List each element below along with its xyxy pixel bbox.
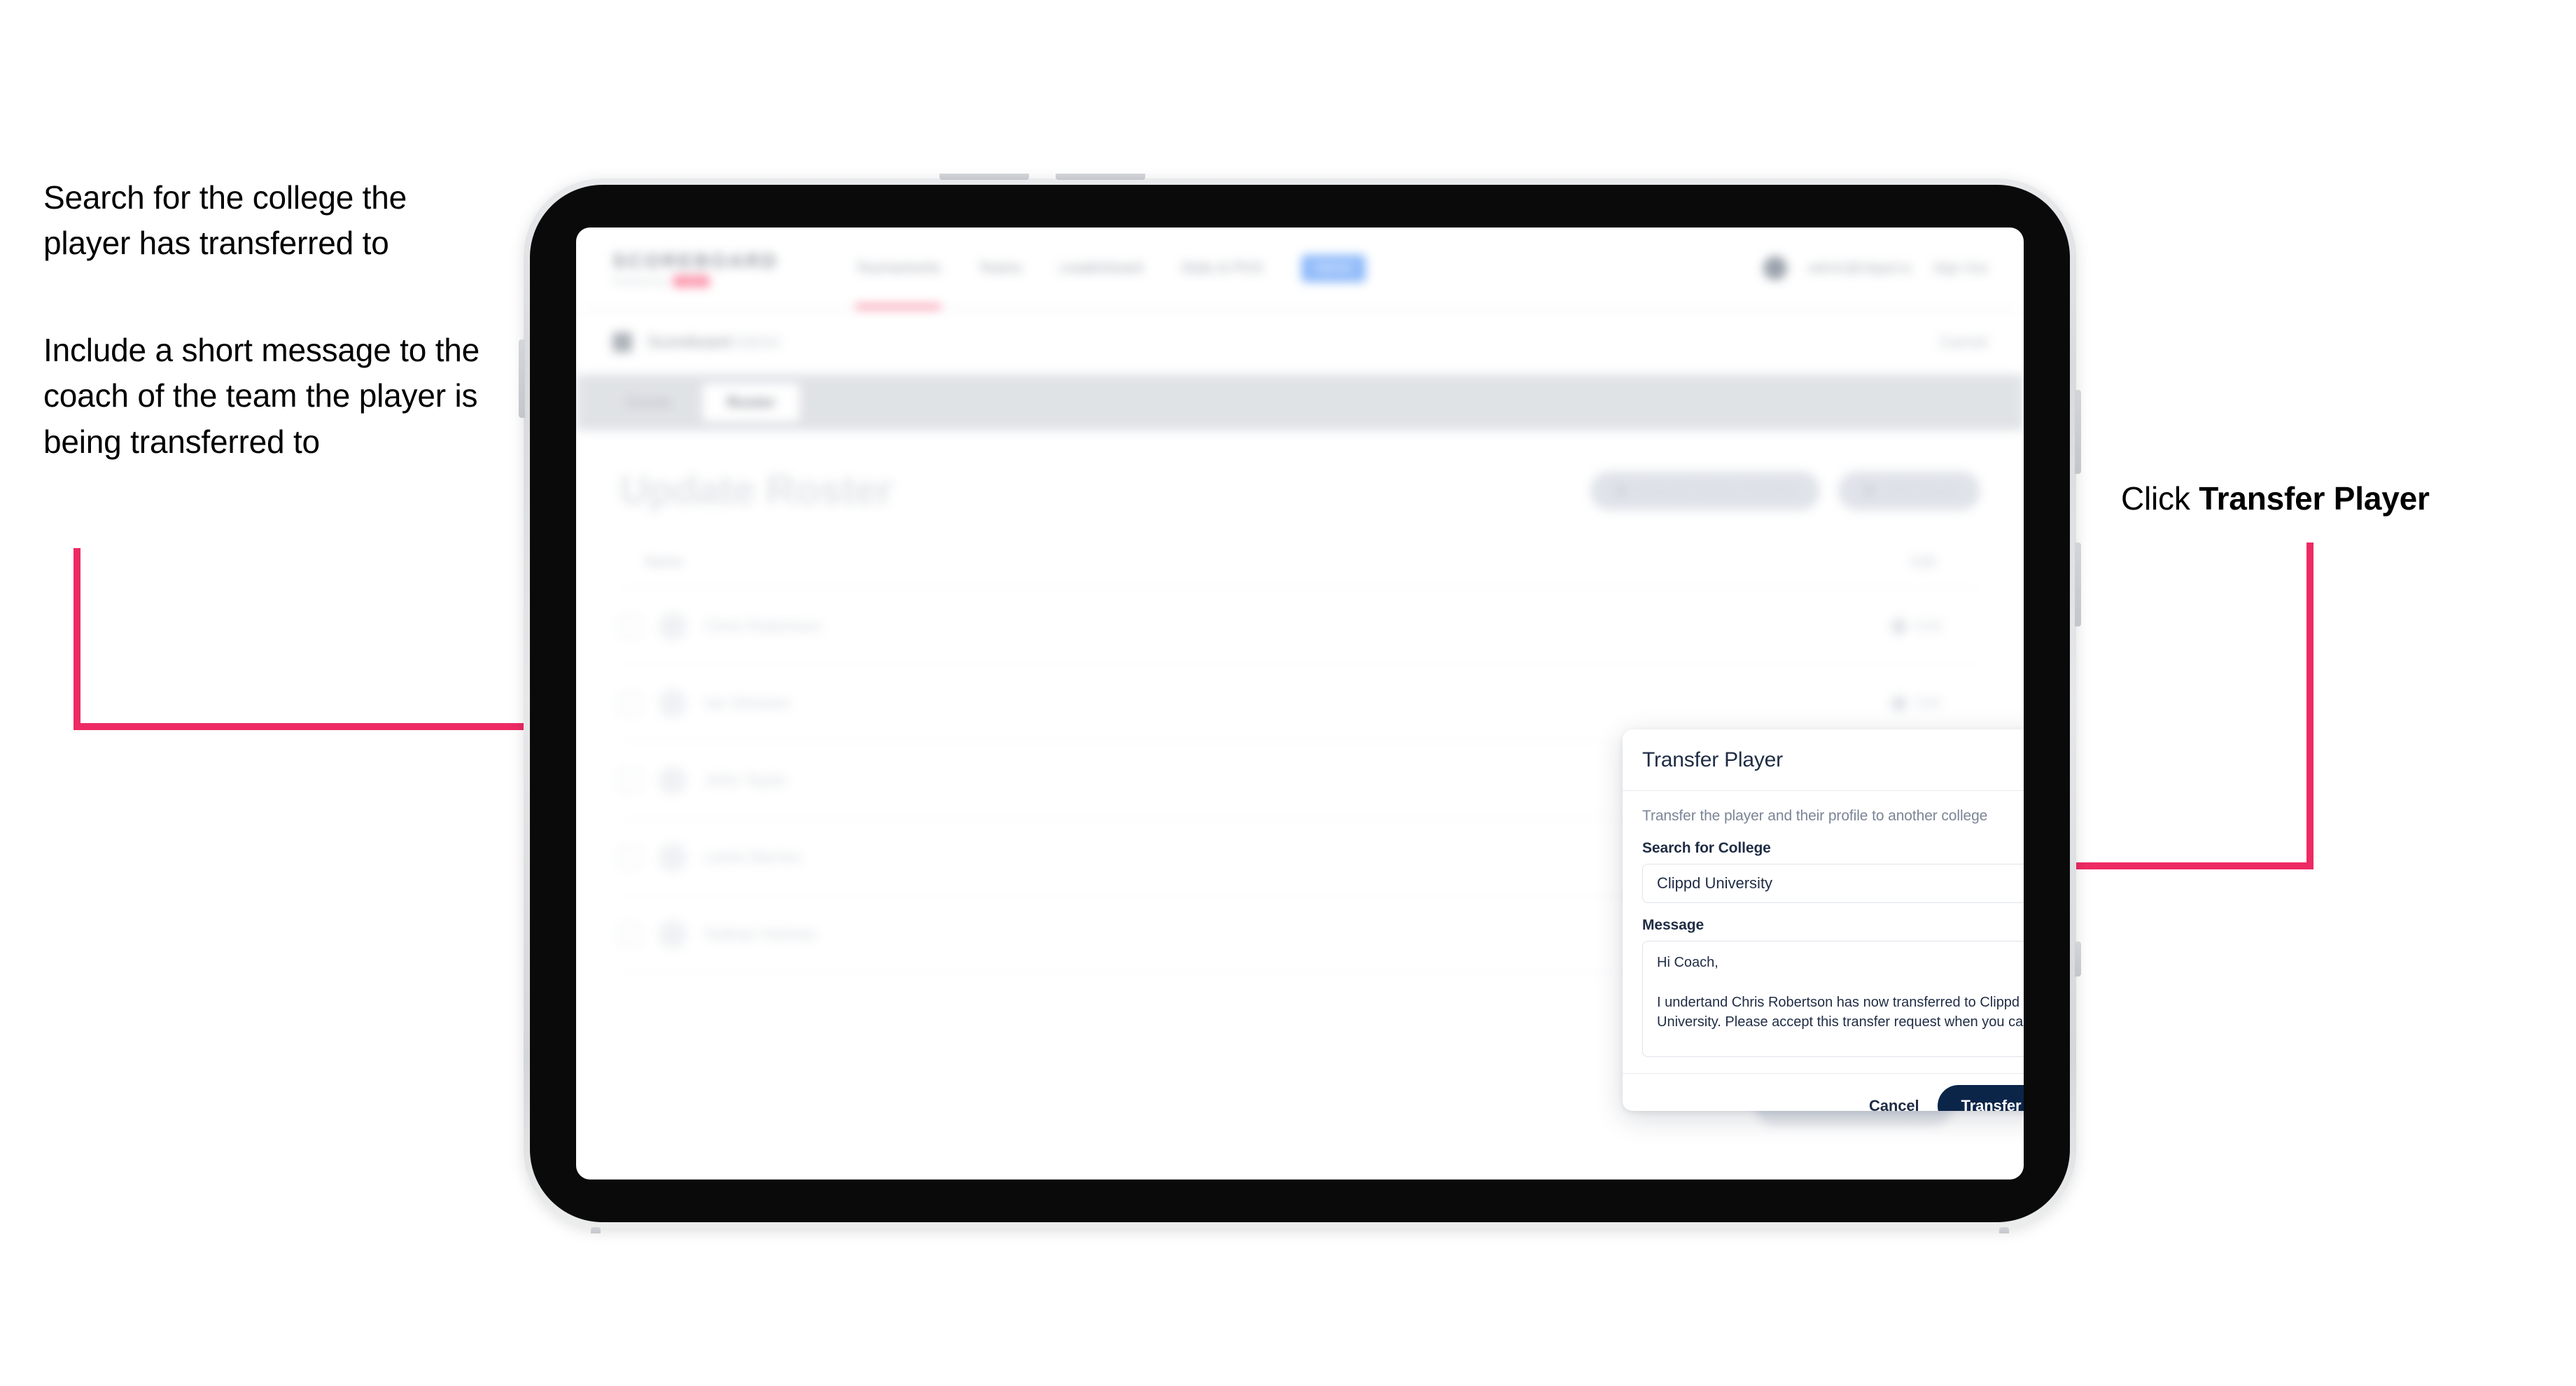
app-top-nav: SCOREBOARD Powered by clippd Tournaments… bbox=[576, 227, 2024, 310]
row-edit-label: Edit bbox=[1915, 694, 1941, 711]
request-roster-transfer-label: Request Roster Transfer bbox=[1636, 482, 1797, 498]
avatar[interactable] bbox=[1763, 256, 1788, 280]
nav-link-tournaments[interactable]: Tournaments bbox=[855, 227, 941, 309]
row-edit-action[interactable]: Edit bbox=[1889, 693, 1980, 713]
breadcrumb-cancel-link[interactable]: Cancel bbox=[1940, 333, 1987, 351]
player-name: Chris Robertson bbox=[705, 617, 822, 635]
pencil-icon bbox=[1889, 616, 1909, 636]
roster-table-header: Name Edit bbox=[620, 554, 1980, 588]
row-checkbox[interactable] bbox=[620, 923, 640, 945]
brand-subtitle: Powered by clippd bbox=[612, 275, 778, 287]
player-avatar bbox=[659, 689, 687, 718]
nav-link-leaderboard[interactable]: Leaderboard bbox=[1060, 227, 1143, 309]
tablet-device-frame: SCOREBOARD Powered by clippd Tournaments… bbox=[519, 174, 2081, 1233]
device-top-button-2 bbox=[1056, 174, 1145, 180]
row-edit-label: Edit bbox=[1915, 617, 1941, 634]
nav-link-stats-pgs[interactable]: Stats & PGS bbox=[1181, 227, 1264, 309]
brand-name: SCOREBOARD bbox=[612, 249, 779, 272]
add-player-label: Add Player bbox=[1884, 482, 1956, 498]
transfer-player-button[interactable]: Transfer Player bbox=[1937, 1084, 2024, 1111]
device-right-button-b bbox=[2075, 542, 2081, 626]
device-left-button bbox=[519, 340, 525, 418]
request-roster-transfer-button[interactable]: Request Roster Transfer bbox=[1590, 470, 1821, 510]
breadcrumb-label: Scoreboard bbox=[648, 332, 731, 351]
modal-description: Transfer the player and their profile to… bbox=[1642, 808, 1988, 824]
player-name: Lewis Barnes bbox=[705, 848, 802, 866]
row-checkbox[interactable] bbox=[620, 769, 640, 791]
device-top-button-1 bbox=[939, 174, 1029, 180]
tab-roster[interactable]: Roster bbox=[703, 384, 799, 421]
device-right-button-c bbox=[2075, 941, 2081, 976]
transfer-player-modal: Transfer Player Transfer the player and … bbox=[1623, 729, 2024, 1111]
pencil-icon bbox=[1889, 693, 1909, 713]
tablet-screen: SCOREBOARD Powered by clippd Tournaments… bbox=[576, 227, 2024, 1180]
row-checkbox[interactable] bbox=[620, 692, 640, 714]
breadcrumb-muted: Admin bbox=[734, 332, 780, 351]
player-avatar bbox=[659, 612, 687, 640]
player-name: Nathan Holmes bbox=[705, 925, 816, 943]
app-brand: SCOREBOARD Powered by clippd bbox=[612, 250, 778, 287]
modal-footer: Cancel Transfer Player bbox=[1623, 1073, 2024, 1111]
player-avatar bbox=[659, 843, 687, 872]
brand-badge: clippd bbox=[673, 275, 710, 287]
page-header-buttons: Request Roster Transfer Add Player bbox=[1590, 470, 1980, 510]
app-nav-account: admin@clippd.io Sign Out bbox=[1763, 256, 1987, 280]
breadcrumb-icon bbox=[612, 332, 632, 352]
device-bottom-button-1 bbox=[591, 1227, 601, 1233]
page-title: Update Roster bbox=[620, 468, 892, 513]
annotation-click-transfer-player: Click Transfer Player bbox=[2121, 476, 2555, 522]
breadcrumb: Scoreboard Admin Cancel bbox=[576, 310, 2024, 374]
college-field-label: Search for College bbox=[1642, 840, 1771, 856]
brand-subtitle-text: Powered by bbox=[612, 276, 668, 286]
annotation-click-prefix: Click bbox=[2121, 480, 2199, 517]
device-bottom-button-2 bbox=[1999, 1227, 2009, 1233]
plus-icon bbox=[1862, 483, 1877, 498]
app-tab-bar: Details Roster bbox=[576, 374, 2024, 430]
row-edit-action[interactable]: Edit bbox=[1889, 616, 1980, 636]
cancel-button[interactable]: Cancel bbox=[1869, 1097, 1919, 1112]
message-field-label: Message bbox=[1642, 917, 1704, 933]
column-header-edit: Edit bbox=[1911, 554, 1935, 570]
row-checkbox[interactable] bbox=[620, 615, 640, 637]
player-avatar bbox=[659, 766, 687, 794]
screenshot-stage: Search for the college the player has tr… bbox=[0, 0, 2576, 1386]
row-checkbox[interactable] bbox=[620, 846, 640, 868]
annotation-search-college: Search for the college the player has tr… bbox=[43, 179, 407, 262]
modal-title: Transfer Player bbox=[1642, 748, 1783, 771]
modal-header: Transfer Player bbox=[1623, 729, 2024, 791]
annotation-click-emphasis: Transfer Player bbox=[2199, 480, 2430, 517]
sign-out-link[interactable]: Sign Out bbox=[1933, 260, 1987, 276]
nav-pill-admin[interactable]: Admin bbox=[1301, 254, 1366, 282]
player-name: Ian Winston bbox=[705, 694, 790, 712]
account-email: admin@clippd.io bbox=[1808, 260, 1912, 276]
breadcrumb-text: Scoreboard Admin bbox=[648, 332, 780, 351]
message-textarea[interactable] bbox=[1642, 941, 2024, 1057]
table-row[interactable]: Chris Robertson Edit bbox=[620, 588, 1980, 665]
search-college-input[interactable] bbox=[1642, 864, 2024, 903]
column-header-name: Name bbox=[645, 554, 682, 570]
player-avatar bbox=[659, 920, 687, 948]
transfer-icon bbox=[1614, 483, 1628, 498]
add-player-button[interactable]: Add Player bbox=[1838, 470, 1980, 510]
player-name: John Taylor bbox=[705, 771, 788, 789]
page-header: Update Roster Request Roster Transfer Ad… bbox=[620, 467, 1980, 514]
annotation-include-message: Include a short message to the coach of … bbox=[43, 332, 480, 460]
modal-body: Transfer the player and their profile to… bbox=[1623, 791, 2024, 1073]
app-nav-links: Tournaments Teams Leaderboard Stats & PG… bbox=[855, 227, 1366, 309]
nav-link-teams[interactable]: Teams bbox=[979, 227, 1022, 309]
tab-details[interactable]: Details bbox=[601, 384, 696, 421]
device-right-button-a bbox=[2075, 390, 2081, 474]
